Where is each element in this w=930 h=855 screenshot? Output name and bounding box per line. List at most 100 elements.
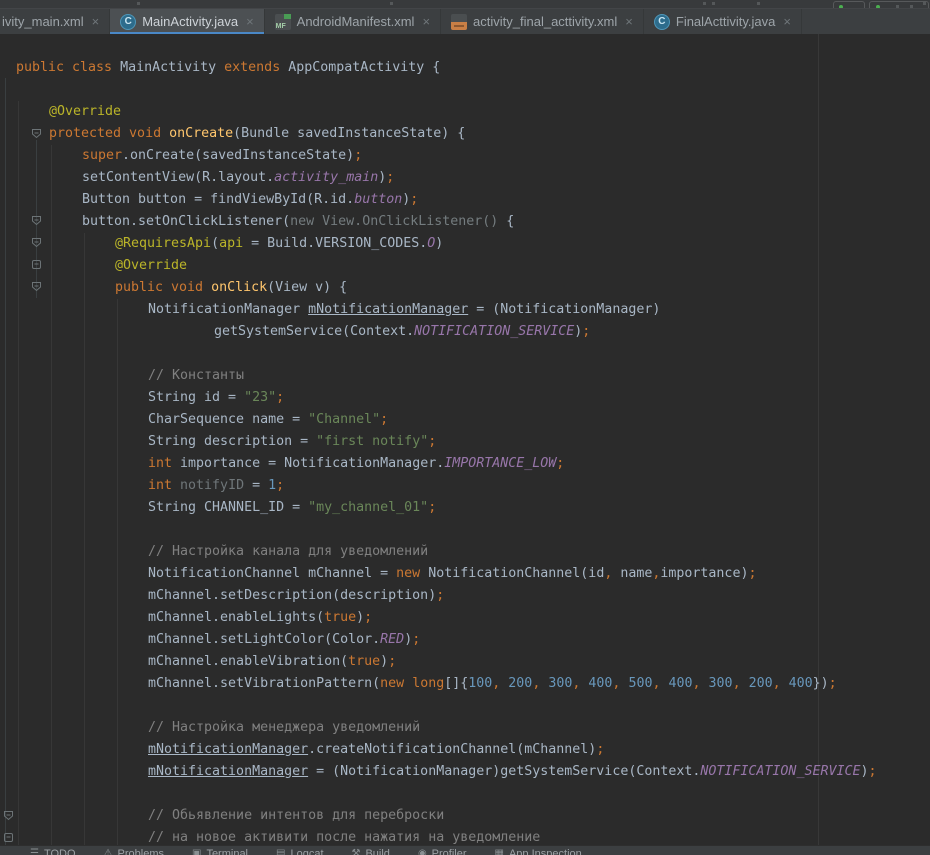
code-area: public class MainActivity extends AppCom… — [0, 57, 930, 846]
token-plain: mChannel.setDescription(description) — [148, 588, 436, 603]
token-method: onClick — [211, 280, 267, 295]
token-punct: , — [773, 676, 789, 691]
tab-FinalActtivity.java[interactable]: CFinalActtivity.java× — [644, 9, 802, 34]
token-punct: ; — [388, 654, 396, 669]
token-field: IMPORTANCE_LOW — [444, 456, 556, 471]
build-icon: ⚒ — [352, 847, 361, 855]
token-kw: int — [148, 456, 180, 471]
toolwindow-button-logcat[interactable]: ▤Logcat — [276, 847, 323, 855]
token-punct: ; — [380, 412, 388, 427]
token-plain: setContentView(R.layout. — [82, 170, 274, 185]
code-line: public class MainActivity extends AppCom… — [0, 57, 930, 79]
layout-file-icon — [451, 14, 467, 30]
code-line: mNotificationManager = (NotificationMana… — [0, 761, 930, 783]
token-ann: @Override — [49, 104, 121, 119]
tab-MainActivity.java[interactable]: C MainActivity.java × — [110, 9, 264, 34]
tab-activity_final_acttivity.xml[interactable]: activity_final_acttivity.xml× — [441, 9, 644, 34]
token-punct: ; — [582, 324, 590, 339]
token-kw: new long — [380, 676, 444, 691]
tab-label: MainActivity.java — [142, 14, 238, 29]
code-line: String id = "23"; — [0, 387, 930, 409]
token-punct: ; — [829, 676, 837, 691]
token-punct: ; — [364, 610, 372, 625]
tab-label: AndroidManifest.xml — [297, 14, 415, 29]
run-button-group[interactable] — [833, 1, 865, 9]
token-comment: // Настройка менеджера уведомлений — [148, 720, 420, 735]
toolwindow-button-profiler[interactable]: ◉ Profiler — [418, 847, 467, 855]
token-punct: , — [612, 676, 628, 691]
token-kw: public void — [115, 280, 211, 295]
token-plain: .createNotificationChannel(mChannel) — [308, 742, 596, 757]
code-line: String CHANNEL_ID = "my_channel_01"; — [0, 497, 930, 519]
token-plain: Button button = findViewById(R.id. — [82, 192, 354, 207]
code-line: // Обьявление интентов для переброски — [0, 805, 930, 827]
problems-icon: ⚠ — [104, 847, 113, 855]
toolwindow-button-app-inspection[interactable]: ▦App Inspection — [495, 847, 582, 855]
token-punct: ; — [276, 478, 284, 493]
token-punct: ; — [410, 192, 418, 207]
token-str: "23" — [244, 390, 276, 405]
tab-AndroidManifest.xml[interactable]: MF AndroidManifest.xml × — [265, 9, 441, 34]
close-icon[interactable]: × — [92, 14, 100, 29]
close-icon[interactable]: × — [783, 14, 791, 29]
toolbar-fragment — [910, 5, 913, 8]
token-punct: ; — [276, 390, 284, 405]
toolwindow-button-problems[interactable]: ⚠Problems — [104, 847, 164, 855]
token-plain: importance = NotificationManager. — [180, 456, 444, 471]
code-line: mChannel.enableVibration(true); — [0, 651, 930, 673]
token-underline: mNotificationManager — [148, 742, 308, 757]
token-plain: CharSequence name = — [148, 412, 308, 427]
token-underline: mNotificationManager — [148, 764, 308, 779]
toolwindow-button-todo[interactable]: ☰TODO — [30, 847, 76, 855]
toolwindow-button-label: Build — [365, 847, 389, 855]
terminal-icon: ▣ — [192, 847, 201, 855]
token-ann: @Override — [115, 258, 187, 273]
token-num: 400 — [668, 676, 692, 691]
token-plain: = (NotificationManager)getSystemService(… — [308, 764, 700, 779]
close-icon[interactable]: × — [422, 14, 430, 29]
token-dim: new View.OnClickListener() — [290, 214, 498, 229]
token-kw: true — [348, 654, 380, 669]
code-line: setContentView(R.layout.activity_main); — [0, 167, 930, 189]
close-icon[interactable]: × — [625, 14, 633, 29]
token-str: "Channel" — [308, 412, 380, 427]
token-plain: String description = — [148, 434, 316, 449]
token-num: 500 — [628, 676, 652, 691]
token-kw: true — [324, 610, 356, 625]
token-plain: mChannel.setLightColor(Color. — [148, 632, 380, 647]
toolwindow-button-label: Terminal — [206, 847, 248, 855]
token-underline: mNotificationManager — [308, 302, 468, 317]
token-punct: ; — [556, 456, 564, 471]
code-editor[interactable]: public class MainActivity extends AppCom… — [0, 34, 930, 846]
token-comment: // Настройка канала для уведомлений — [148, 544, 428, 559]
toolwindow-button-build[interactable]: ⚒ Build — [352, 847, 390, 855]
token-plain: ) — [435, 236, 443, 251]
token-plain: ( — [211, 236, 219, 251]
token-num: 200 — [749, 676, 773, 691]
token-punct: , — [652, 676, 668, 691]
token-plain: NotificationManager — [148, 302, 308, 317]
app-inspection-icon: ▦ — [495, 847, 504, 855]
device-selector-group[interactable] — [869, 1, 929, 9]
token-plain: mChannel.enableLights( — [148, 610, 324, 625]
code-line: @Override — [0, 255, 930, 277]
profiler-icon: ◉ — [418, 847, 427, 855]
token-plain: = (NotificationManager) — [468, 302, 660, 317]
toolwindow-button-terminal[interactable]: ▣ Terminal — [192, 847, 248, 855]
token-plain: }) — [813, 676, 829, 691]
toolwindow-button-label: Profiler — [432, 847, 467, 855]
token-punct: ; — [436, 588, 444, 603]
token-str: "my_channel_01" — [308, 500, 428, 515]
code-line — [0, 783, 930, 805]
close-icon[interactable]: × — [246, 14, 254, 29]
tab-ivity_main.xml[interactable]: ivity_main.xml× — [0, 9, 110, 34]
code-line: mChannel.setDescription(description); — [0, 585, 930, 607]
class-file-icon: C — [120, 14, 136, 30]
token-plain: (Bundle savedInstanceState) { — [233, 126, 465, 141]
manifest-file-icon: MF — [275, 14, 291, 30]
token-punct: ; — [748, 566, 756, 581]
token-num: 1 — [268, 478, 276, 493]
token-plain: = Build.VERSION_CODES. — [243, 236, 427, 251]
toolbar-fragment — [712, 2, 715, 5]
token-punct: ; — [869, 764, 877, 779]
